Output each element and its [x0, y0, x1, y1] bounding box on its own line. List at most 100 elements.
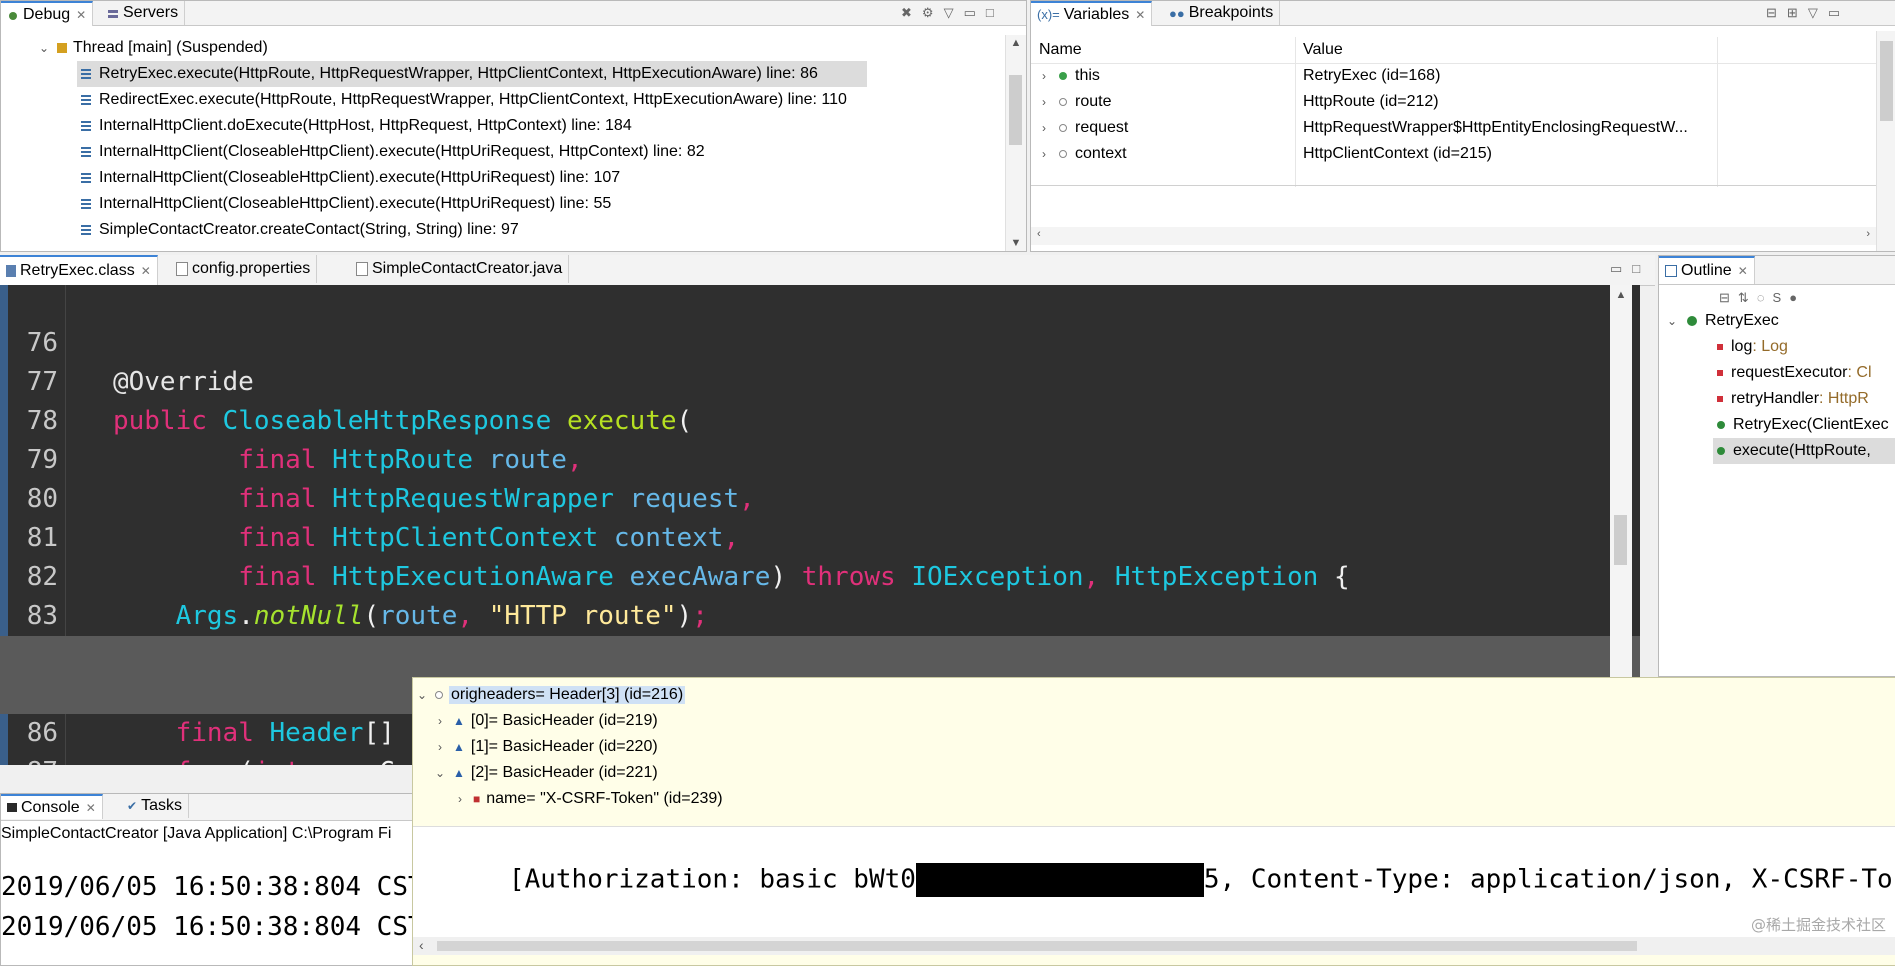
stack-frame[interactable]: InternalHttpClient(CloseableHttpClient).… [77, 139, 1026, 165]
close-icon[interactable]: ✕ [86, 801, 96, 815]
minimize-icon[interactable]: ▭ [1610, 261, 1622, 277]
variable-value: HttpRoute (id=212) [1303, 93, 1439, 110]
collapse-all-icon[interactable]: ⊟ [1766, 5, 1777, 21]
outline-member-selected[interactable]: execute(HttpRoute, [1713, 438, 1895, 464]
outline-class[interactable]: ⌄ RetryExec [1659, 308, 1895, 334]
tab-servers[interactable]: Servers [101, 1, 186, 25]
tab-simplecontactcreator[interactable]: SimpleContactCreator.java [350, 255, 570, 283]
scroll-thumb[interactable] [1614, 515, 1627, 565]
variables-scrollbar[interactable] [1876, 31, 1895, 251]
redacted-block [915, 863, 1204, 897]
tab-breakpoints[interactable]: ●● Breakpoints [1163, 1, 1281, 25]
chevron-down-icon[interactable]: ⌄ [433, 766, 447, 780]
chevron-down-icon[interactable]: ⌄ [37, 41, 51, 55]
line-number: 87 [10, 753, 58, 765]
hover-child-row[interactable]: › ▲ [0]= BasicHeader (id=219) [413, 708, 1895, 734]
maximize-icon[interactable]: □ [1632, 261, 1640, 277]
stack-frame-selected[interactable]: RetryExec.execute(HttpRoute, HttpRequest… [77, 61, 867, 87]
scroll-thumb[interactable] [1880, 41, 1893, 121]
variable-row[interactable]: › request HttpRequestWrapper$HttpEntityE… [1031, 115, 1895, 141]
column-value-header[interactable]: Value [1303, 41, 1343, 59]
code-line: 79 final HttpRequestWrapper request, [0, 402, 1640, 514]
variable-value: RetryExec (id=168) [1303, 67, 1441, 84]
hover-root-label: origheaders= Header[3] (id=216) [449, 686, 686, 704]
scroll-up-icon[interactable]: ▲ [1610, 289, 1632, 301]
column-name-header[interactable]: Name [1039, 41, 1082, 59]
view-menu-icon[interactable]: ▽ [944, 5, 954, 21]
horizontal-scrollbar[interactable]: ‹ [413, 937, 1895, 955]
chevron-right-icon[interactable]: › [1037, 121, 1051, 135]
tab-label: Servers [123, 4, 179, 21]
hide-fields-icon[interactable]: ◌ [1757, 290, 1765, 306]
variables-view: (x)= Variables ✕ ●● Breakpoints ⊟ ⊞ ▽ ▭ … [1030, 0, 1895, 252]
show-type-icon[interactable]: ⊞ [1787, 5, 1798, 21]
variable-row[interactable]: › this RetryExec (id=168) [1031, 63, 1895, 89]
outline-member[interactable]: requestExecutor : Cl [1717, 360, 1895, 386]
hover-root-row[interactable]: ⌄ origheaders= Header[3] (id=216) [413, 682, 1895, 708]
detail-pane-divider[interactable] [1031, 185, 1876, 186]
stack-frame-icon [81, 99, 91, 101]
chevron-right-icon[interactable]: › [1037, 147, 1051, 161]
hover-child-row[interactable]: ⌄ ▲ [2]= BasicHeader (id=221) [413, 760, 1895, 786]
horizontal-scrollbar[interactable]: ‹ › [1031, 227, 1876, 245]
tab-config-properties[interactable]: config.properties [170, 255, 318, 283]
maximize-icon[interactable]: □ [986, 5, 994, 21]
scroll-left-icon[interactable]: ‹ [1037, 228, 1041, 240]
sort-icon[interactable]: ⇅ [1738, 290, 1749, 306]
tab-retryexec[interactable]: RetryExec.class ✕ [0, 255, 158, 285]
minimize-icon[interactable]: ▭ [964, 5, 976, 21]
outline-class-name: RetryExec [1705, 312, 1779, 329]
stack-frame-icon [81, 125, 91, 127]
chevron-down-icon[interactable]: ⌄ [415, 688, 429, 702]
close-icon[interactable]: ✕ [141, 264, 151, 278]
method-icon [1717, 447, 1725, 455]
outline-member[interactable]: RetryExec(ClientExec [1717, 412, 1895, 438]
thread-row[interactable]: ⌄ Thread [main] (Suspended) [1, 35, 1026, 61]
stack-frame[interactable]: RedirectExec.execute(HttpRoute, HttpRequ… [77, 87, 1026, 113]
chevron-right-icon[interactable]: › [433, 740, 447, 754]
member-type: : Log [1752, 338, 1788, 355]
minimize-icon[interactable]: ▭ [1828, 5, 1840, 21]
hover-grandchild-row[interactable]: › ■ name= "X-CSRF-Token" (id=239) [413, 786, 1895, 812]
outline-member[interactable]: retryHandler : HttpR [1717, 386, 1895, 412]
hide-nonpublic-icon[interactable]: ● [1789, 290, 1797, 306]
close-icon[interactable]: ✕ [76, 8, 86, 22]
tab-label: Debug [23, 5, 71, 23]
hide-static-icon[interactable]: S [1773, 290, 1782, 306]
outline-member[interactable]: log : Log [1717, 334, 1895, 360]
scroll-up-icon[interactable]: ▲ [1006, 37, 1026, 49]
tab-outline[interactable]: Outline ✕ [1659, 256, 1755, 284]
variable-hover-popup[interactable]: ⌄ origheaders= Header[3] (id=216) › ▲ [0… [412, 677, 1895, 966]
chevron-down-icon[interactable]: ⌄ [1665, 314, 1679, 328]
chevron-right-icon[interactable]: › [1037, 95, 1051, 109]
scroll-thumb[interactable] [1009, 75, 1022, 145]
close-icon[interactable]: ✕ [1135, 8, 1145, 22]
remove-terminated-icon[interactable]: ✖ [901, 5, 912, 21]
scroll-left-icon[interactable]: ‹ [419, 937, 424, 953]
tab-console[interactable]: Console ✕ [1, 794, 103, 819]
chevron-right-icon[interactable]: › [433, 714, 447, 728]
stack-frame[interactable]: InternalHttpClient(CloseableHttpClient).… [77, 165, 1026, 191]
hover-child-row[interactable]: › ▲ [1]= BasicHeader (id=220) [413, 734, 1895, 760]
view-menu-icon[interactable]: ▽ [1808, 5, 1818, 21]
scroll-right-icon[interactable]: › [1866, 228, 1870, 240]
stack-frame[interactable]: InternalHttpClient(CloseableHttpClient).… [77, 191, 1026, 217]
stack-frame[interactable]: SimpleContactCreator.createContact(Strin… [77, 217, 1026, 243]
variable-row[interactable]: › route HttpRoute (id=212) [1031, 89, 1895, 115]
scroll-thumb[interactable] [437, 941, 1637, 951]
tab-tasks[interactable]: ✔ Tasks [121, 794, 189, 818]
debug-scrollbar[interactable]: ▲ ▼ [1005, 35, 1026, 251]
close-icon[interactable]: ✕ [1738, 264, 1748, 278]
array-element-icon: ▲ [453, 740, 465, 754]
scroll-down-icon[interactable]: ▼ [1006, 237, 1026, 249]
collapse-all-icon[interactable]: ⊟ [1719, 290, 1730, 306]
chevron-right-icon[interactable]: › [1037, 69, 1051, 83]
tab-debug[interactable]: Debug ✕ [1, 1, 94, 26]
variable-row[interactable]: › context HttpClientContext (id=215) [1031, 141, 1895, 167]
hover-detail-pane[interactable]: [Authorization: basic bWt0 5, Content-Typ… [413, 826, 1895, 955]
tab-variables[interactable]: (x)= Variables ✕ [1031, 1, 1153, 26]
stack-frame[interactable]: InternalHttpClient.doExecute(HttpHost, H… [77, 113, 1026, 139]
chevron-right-icon[interactable]: › [453, 792, 467, 806]
code-line: 78 final HttpRoute route, [0, 363, 1640, 475]
settings-icon[interactable]: ⚙ [922, 5, 934, 21]
